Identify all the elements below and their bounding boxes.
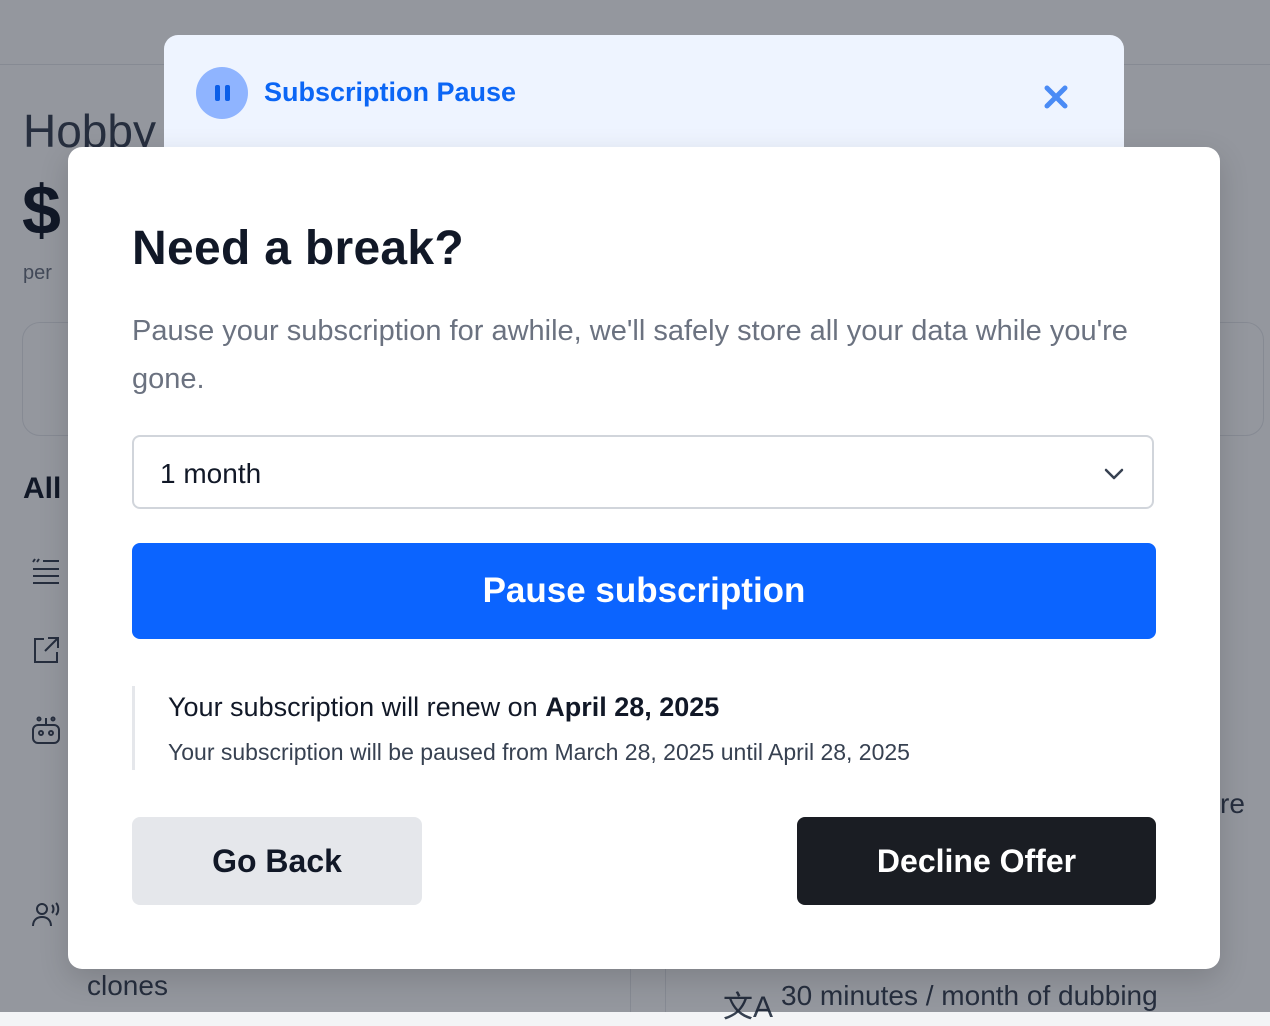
pause-duration-value: 1 month <box>160 458 262 489</box>
decline-offer-button[interactable]: Decline Offer <box>797 817 1156 905</box>
renewal-line: Your subscription will renew on April 28… <box>168 692 910 723</box>
dialog-title: Need a break? <box>132 222 465 275</box>
renewal-prefix: Your subscription will renew on <box>168 692 546 722</box>
close-icon <box>1044 85 1068 109</box>
renewal-info: Your subscription will renew on April 28… <box>132 686 910 770</box>
pause-dialog: Need a break? Pause your subscription fo… <box>68 147 1220 969</box>
paused-period-note: Your subscription will be paused from Ma… <box>168 739 910 765</box>
pause-duration-select[interactable]: 1 month <box>132 435 1154 509</box>
dialog-description: Pause your subscription for awhile, we'l… <box>132 315 1128 395</box>
close-button[interactable] <box>1038 79 1074 115</box>
renewal-date: April 28, 2025 <box>545 692 720 722</box>
go-back-button[interactable]: Go Back <box>132 817 422 905</box>
chevron-down-icon <box>1104 468 1124 480</box>
dialog-header-title: Subscription Pause <box>264 77 517 107</box>
pause-icon <box>196 67 248 119</box>
pause-subscription-button[interactable]: Pause subscription <box>132 543 1156 639</box>
